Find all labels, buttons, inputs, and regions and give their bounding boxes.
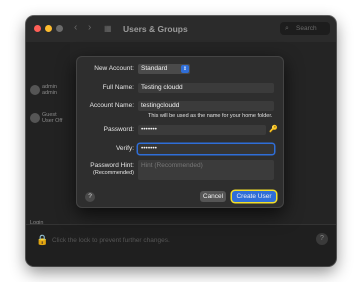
lock-icon[interactable]: 🔒 — [36, 235, 48, 246]
grid-icon[interactable]: ▦ — [104, 24, 112, 34]
account-type-select[interactable]: Standard ⇕ — [138, 64, 190, 74]
account-type-value: Standard — [141, 65, 168, 72]
zoom-button[interactable] — [56, 25, 63, 32]
cancel-button[interactable]: Cancel — [200, 191, 226, 202]
sidebar-item-guest[interactable]: Guest User Off — [30, 112, 66, 124]
account-name-hint: This will be used as the name for your h… — [148, 113, 273, 119]
verify-field[interactable]: ••••••• — [138, 144, 274, 154]
forward-icon[interactable]: › — [88, 23, 91, 33]
lock-text: Click the lock to prevent further change… — [52, 237, 170, 244]
account-name-label: Account Name: — [89, 102, 134, 109]
sidebar-item-label: admin admin — [42, 84, 57, 96]
help-button[interactable]: ? — [85, 192, 95, 202]
window-title: Users & Groups — [123, 24, 188, 34]
user-list-sidebar: admin admin Guest User Off Login Options — [26, 42, 70, 242]
title-bar: ‹ › ▦ Users & Groups ⌕ Search — [26, 16, 336, 42]
password-label: Password: — [103, 126, 134, 133]
sidebar-item-label: Guest User Off — [42, 112, 63, 124]
new-account-sheet: New Account: Standard ⇕ Full Name: Testi… — [76, 56, 284, 208]
password-hint-placeholder: Hint (Recommended) — [141, 162, 203, 169]
search-placeholder: Search — [296, 25, 317, 32]
search-field[interactable]: ⌕ Search — [280, 22, 330, 35]
avatar — [30, 113, 40, 123]
back-icon[interactable]: ‹ — [74, 23, 77, 33]
help-button[interactable]: ? — [316, 233, 328, 245]
sidebar-item-admin[interactable]: admin admin — [30, 84, 66, 96]
account-name-field[interactable]: testingcloudd — [138, 101, 274, 111]
new-account-label: New Account: — [94, 65, 134, 72]
minimize-button[interactable] — [45, 25, 52, 32]
search-icon: ⌕ — [285, 25, 289, 32]
avatar — [30, 85, 40, 95]
password-hint-sublabel: (Recommended) — [93, 170, 134, 176]
full-name-label: Full Name: — [102, 84, 134, 91]
bottom-bar: 🔒 Click the lock to prevent further chan… — [26, 224, 336, 266]
key-icon[interactable]: 🔑 — [269, 125, 278, 133]
password-field[interactable]: ••••••• — [138, 125, 266, 135]
full-name-field[interactable]: Testing cloudd — [138, 83, 274, 93]
create-user-button[interactable]: Create User — [232, 191, 276, 202]
chevron-updown-icon: ⇕ — [181, 65, 189, 73]
password-hint-field[interactable]: Hint (Recommended) — [138, 160, 274, 180]
verify-label: Verify: — [115, 145, 134, 152]
close-button[interactable] — [34, 25, 41, 32]
password-hint-label: Password Hint: — [90, 162, 134, 169]
